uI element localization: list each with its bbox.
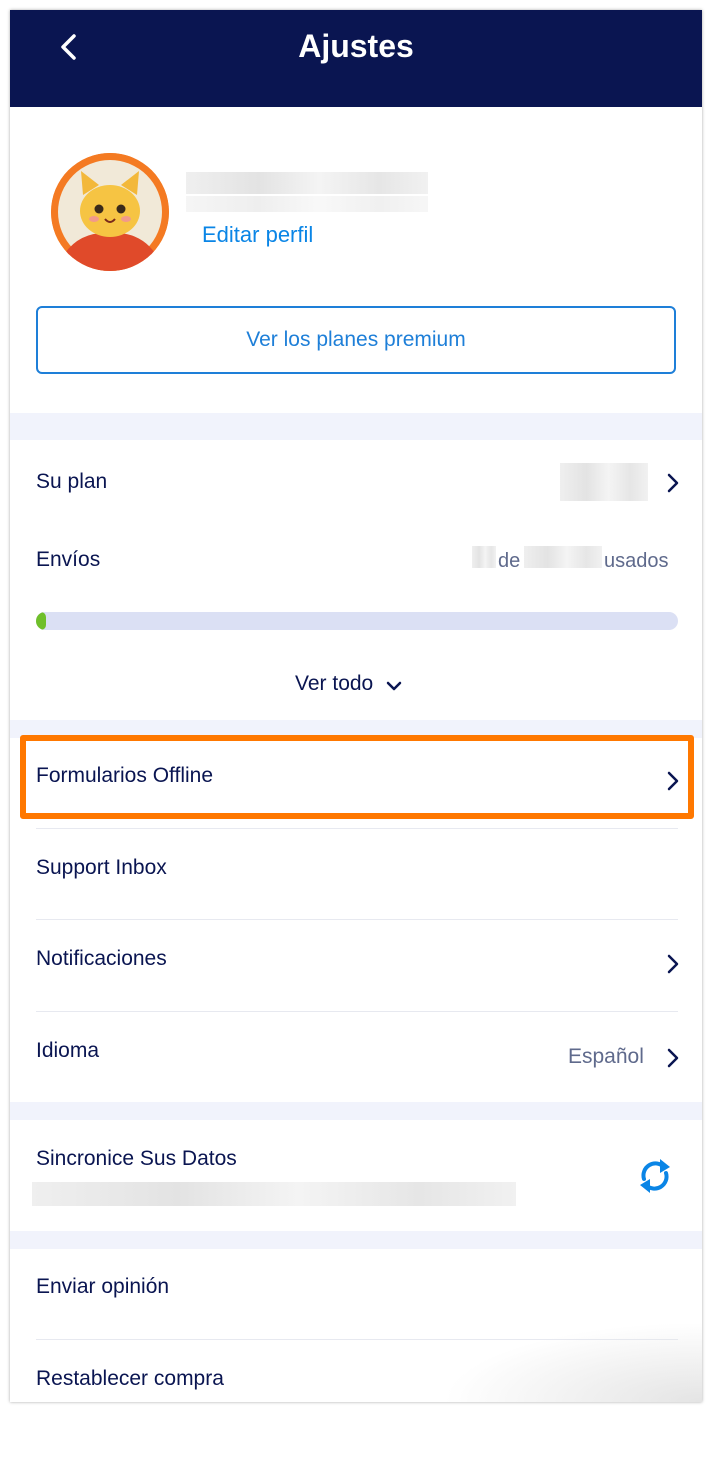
divider	[36, 919, 678, 920]
avatar[interactable]	[51, 153, 169, 271]
last-sync-redacted	[32, 1182, 516, 1206]
progress-fill	[36, 612, 46, 630]
language-value: Español	[568, 1045, 644, 1068]
view-all-label: Ver todo	[295, 672, 374, 695]
top-bar: Ajustes	[10, 10, 702, 107]
chevron-right-icon[interactable]	[666, 472, 680, 494]
user-email-redacted	[186, 196, 428, 212]
restore-purchase-item[interactable]: Restablecer compra	[36, 1367, 224, 1391]
cat-avatar-icon	[51, 153, 169, 271]
view-all-button[interactable]: Ver todo	[295, 672, 403, 696]
submissions-progress-bar	[36, 612, 678, 630]
divider	[36, 1011, 678, 1012]
page-title: Ajustes	[298, 28, 414, 64]
submissions-label: Envíos	[36, 548, 101, 571]
used-word: usados	[604, 550, 669, 572]
notifications-item[interactable]: Notificaciones	[36, 947, 167, 971]
chevron-right-icon[interactable]	[666, 953, 680, 975]
submissions-count-redacted	[472, 546, 496, 568]
chevron-right-icon[interactable]	[666, 1047, 680, 1069]
section-divider	[10, 413, 702, 440]
bottom-fade	[442, 1322, 702, 1402]
highlight-box	[20, 735, 694, 819]
support-inbox-item[interactable]: Support Inbox	[36, 856, 167, 880]
plan-name-redacted	[560, 463, 648, 501]
chevron-down-icon	[386, 681, 402, 691]
section-divider	[10, 1102, 702, 1120]
section-divider	[10, 1231, 702, 1249]
divider	[36, 828, 678, 829]
language-item[interactable]: Idioma	[36, 1039, 99, 1063]
sync-data-label: Sincronice Sus Datos	[36, 1147, 237, 1170]
edit-profile-link[interactable]: Editar perfil	[202, 222, 313, 248]
of-word: de	[498, 550, 521, 572]
user-name-redacted	[186, 172, 428, 194]
send-feedback-item[interactable]: Enviar opinión	[36, 1275, 169, 1299]
sync-icon[interactable]	[636, 1155, 674, 1197]
view-premium-plans-button[interactable]: Ver los planes premium	[36, 306, 676, 374]
your-plan-label[interactable]: Su plan	[36, 470, 107, 494]
submissions-limit-redacted	[524, 546, 602, 568]
settings-screen: Ajustes Editar perfil Ver los planes pre…	[10, 10, 702, 1402]
